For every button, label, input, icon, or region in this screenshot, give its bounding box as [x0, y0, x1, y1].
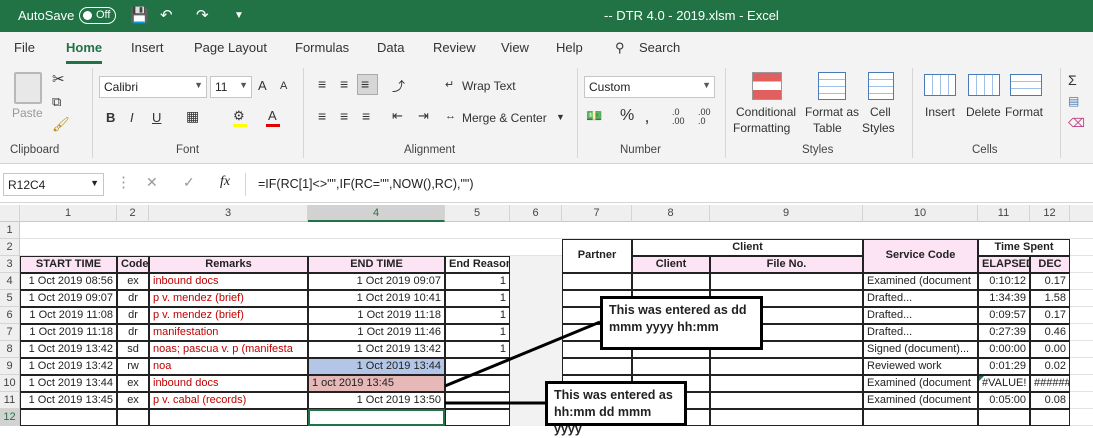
callout-second: This was entered as hh:mm dd mmm yyyy [545, 381, 687, 436]
callout-arrows [444, 320, 601, 405]
callout-first: This was entered as dd mmm yyyy hh:mm [600, 296, 763, 350]
callout-line-first [444, 320, 601, 388]
